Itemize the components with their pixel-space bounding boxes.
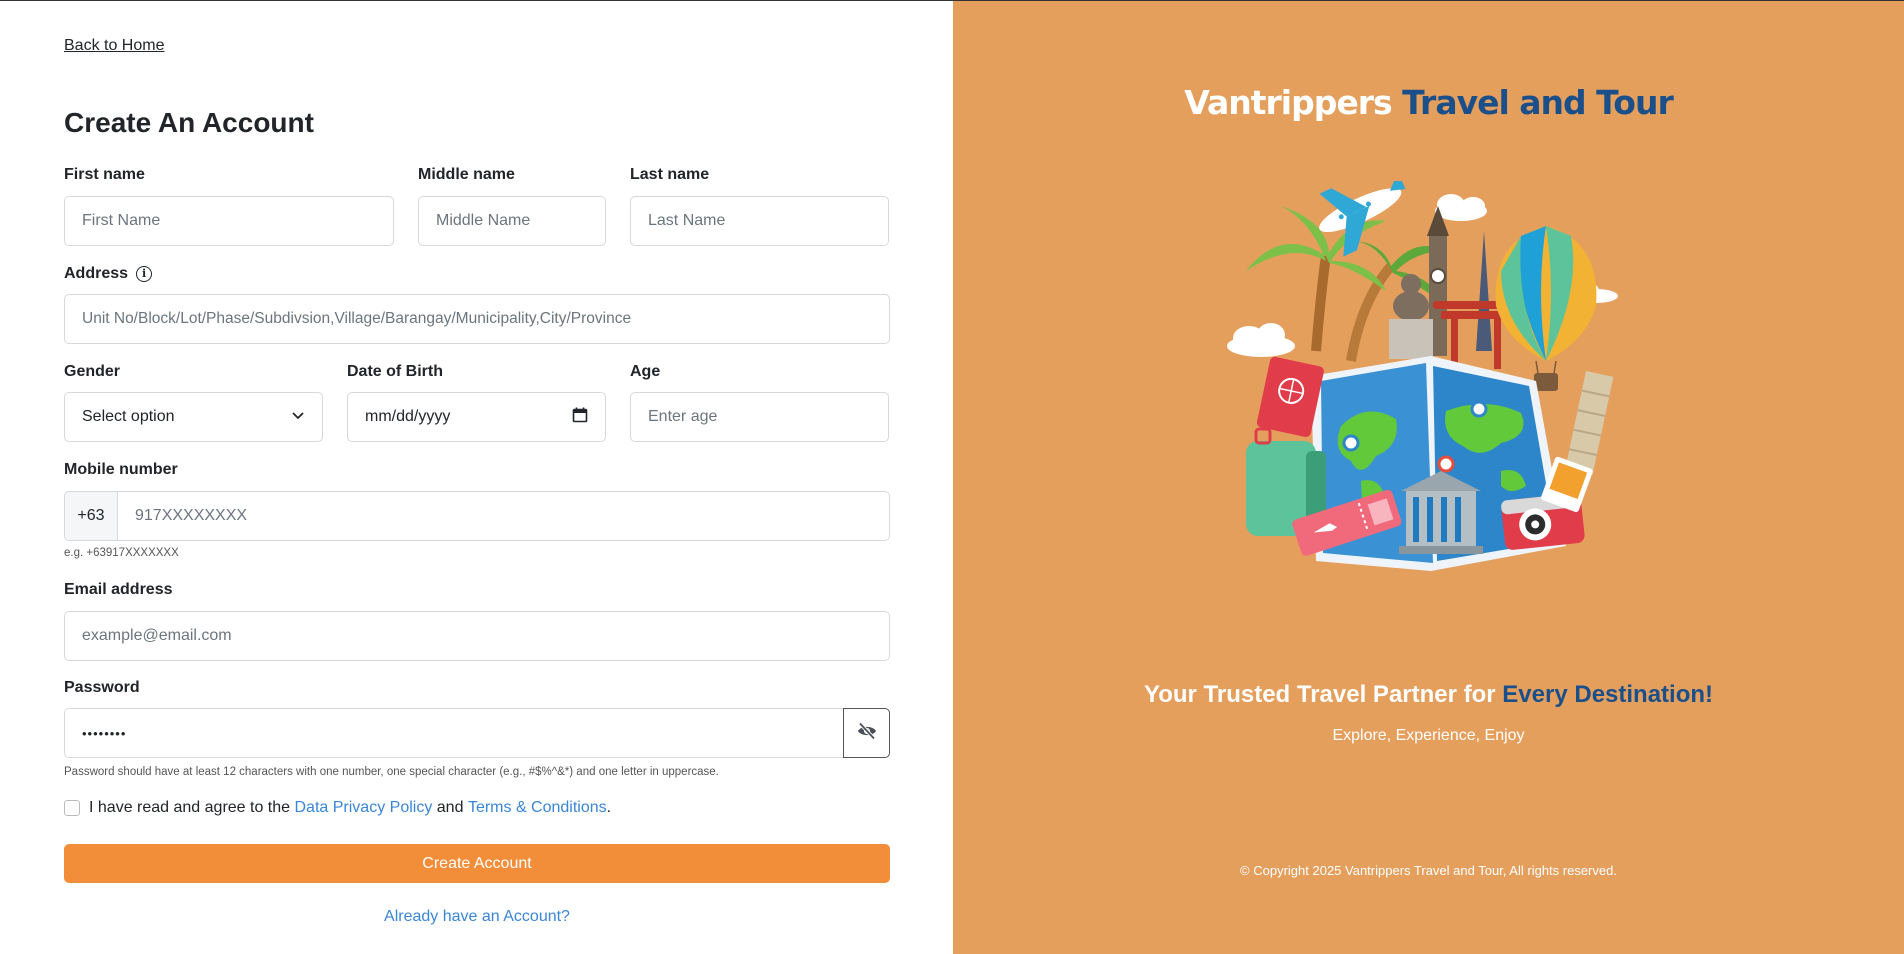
page-title: Create An Account <box>64 107 314 138</box>
calendar-icon[interactable] <box>572 407 588 428</box>
last-name-input[interactable]: Last Name <box>630 196 889 246</box>
create-account-button[interactable]: Create Account <box>64 844 890 883</box>
brand-name-white: Vantrippers <box>1184 83 1392 122</box>
registration-panel: Back to Home Create An Account First nam… <box>0 1 953 954</box>
brand-logo: Vantrippers Travel and Tour <box>953 83 1904 122</box>
address-label-row: Address i <box>64 265 153 283</box>
agree-text: I have read and agree to the <box>89 799 291 816</box>
address-input[interactable]: Unit No/Block/Lot/Phase/Subdivsion,Villa… <box>64 294 890 344</box>
gender-label: Gender <box>64 363 121 380</box>
tagline-white: Your Trusted Travel Partner for <box>1143 681 1496 708</box>
info-icon[interactable]: i <box>136 266 153 282</box>
brand-name-blue: Travel and Tour <box>1402 83 1674 122</box>
last-name-label: Last name <box>630 166 710 183</box>
chevron-down-icon <box>291 408 305 427</box>
email-input[interactable]: example@email.com <box>64 611 890 661</box>
middle-name-input[interactable]: Middle Name <box>418 196 606 246</box>
login-link[interactable]: Already have an Account? <box>64 908 890 926</box>
tagline: Your Trusted Travel Partner for Every De… <box>953 681 1904 709</box>
back-to-home-link[interactable]: Back to Home <box>64 37 164 55</box>
tagline-blue: Every Destination! <box>1502 681 1714 708</box>
agree-row: I have read and agree to the Data Privac… <box>64 799 611 817</box>
gender-selected-value: Select option <box>82 408 175 425</box>
agree-checkbox[interactable] <box>64 800 80 816</box>
email-label: Email address <box>64 581 173 598</box>
dob-input[interactable]: mm/dd/yyyy <box>347 392 606 442</box>
dob-label: Date of Birth <box>347 363 443 380</box>
first-name-label: First name <box>64 166 145 183</box>
gender-select[interactable]: Select option <box>64 392 323 442</box>
privacy-policy-link[interactable]: Data Privacy Policy <box>295 799 433 817</box>
subtitle: Explore, Experience, Enjoy <box>1332 727 1525 744</box>
age-input[interactable]: Enter age <box>630 392 889 442</box>
mobile-hint: e.g. +63917XXXXXXX <box>64 547 179 559</box>
password-input[interactable]: •••••••• <box>64 708 844 758</box>
dob-value: mm/dd/yyyy <box>365 408 451 425</box>
agree-suffix: . <box>606 799 612 816</box>
password-hint: Password should have at least 12 charact… <box>64 766 719 778</box>
country-code-prefix: +63 <box>64 491 118 541</box>
age-label: Age <box>630 363 661 380</box>
terms-link[interactable]: Terms & Conditions <box>468 799 607 817</box>
promo-panel: Vantrippers Travel and Tour Your Trusted… <box>953 1 1904 954</box>
copyright: © Copyright 2025 Vantrippers Travel and … <box>1240 863 1617 878</box>
toggle-password-button[interactable] <box>843 708 890 758</box>
password-label: Password <box>64 679 140 696</box>
address-label: Address <box>64 265 129 282</box>
mobile-label: Mobile number <box>64 461 178 478</box>
middle-name-label: Middle name <box>418 166 515 183</box>
agree-and-text: and <box>436 799 464 816</box>
mobile-input[interactable]: 917XXXXXXXX <box>117 491 890 541</box>
eye-slash-icon <box>857 721 877 745</box>
first-name-input[interactable]: First Name <box>64 196 394 246</box>
travel-illustration <box>1201 172 1661 576</box>
